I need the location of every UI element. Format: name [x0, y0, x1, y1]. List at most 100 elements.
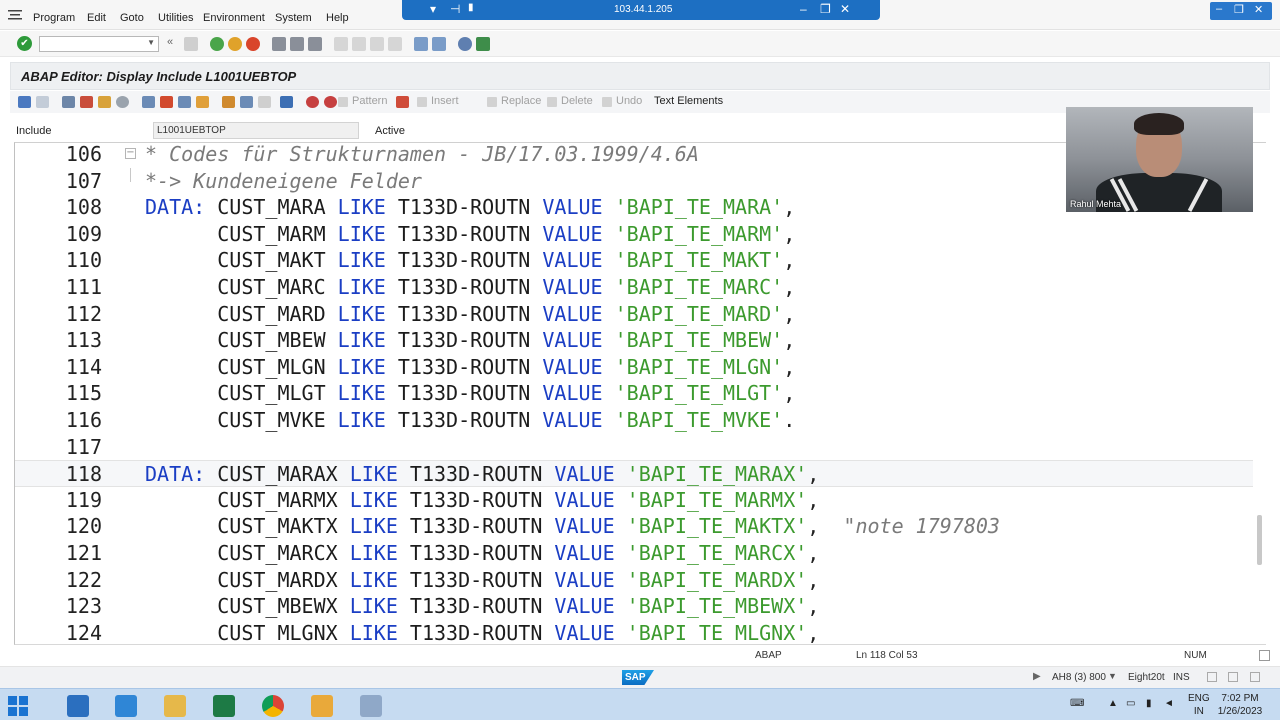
test-icon[interactable] [160, 96, 173, 108]
code-line[interactable]: 115 CUST_MLGT LIKE T133D-ROUTN VALUE 'BA… [15, 380, 1253, 407]
layout-icon[interactable] [1207, 672, 1217, 682]
scrollbar-thumb[interactable] [1257, 515, 1262, 565]
app-menu-icon[interactable] [8, 9, 22, 21]
info-icon[interactable] [280, 96, 293, 108]
find-icon[interactable] [290, 37, 304, 51]
next-page-icon[interactable] [370, 37, 384, 51]
enter-check-icon[interactable]: ✔ [17, 36, 32, 51]
chevron-down-icon[interactable]: ▼ [1108, 671, 1117, 681]
object-list-icon[interactable] [196, 96, 209, 108]
taskbar-chrome-icon[interactable] [253, 692, 293, 720]
command-input[interactable] [40, 37, 140, 51]
session-breakpoint-icon[interactable] [324, 96, 337, 108]
system-info[interactable]: AH8 (3) 800 [1052, 672, 1106, 683]
menu-system[interactable]: System [275, 12, 312, 24]
where-used-icon[interactable] [178, 96, 191, 108]
customize-layout-icon[interactable] [476, 37, 490, 51]
code-line[interactable]: 124 CUST_MLGNX LIKE T133D-ROUTN VALUE 'B… [15, 620, 1253, 644]
minimize-icon[interactable]: – [1216, 3, 1222, 15]
restore-icon[interactable]: ❐ [820, 2, 831, 16]
menu-utilities[interactable]: Utilities [158, 12, 193, 24]
chevron-up-icon[interactable]: ▲ [1108, 698, 1118, 709]
settings-icon[interactable] [1250, 672, 1260, 682]
code-line[interactable]: 116 CUST_MVKE LIKE T133D-ROUTN VALUE 'BA… [15, 407, 1253, 434]
code-line[interactable]: 123 CUST_MBEWX LIKE T133D-ROUTN VALUE 'B… [15, 593, 1253, 620]
other-object-icon[interactable] [62, 96, 75, 108]
last-page-icon[interactable] [388, 37, 402, 51]
pretty-print-icon[interactable] [396, 96, 409, 108]
check-icon[interactable] [116, 96, 129, 108]
menu-program[interactable]: Program [33, 12, 75, 24]
code-line[interactable]: 113 CUST_MBEW LIKE T133D-ROUTN VALUE 'BA… [15, 327, 1253, 354]
enhance-icon[interactable] [240, 96, 253, 108]
text-elements-button[interactable]: Text Elements [640, 95, 723, 111]
code-line[interactable]: 117 [15, 434, 1253, 461]
code-line[interactable]: 114 CUST_MLGN LIKE T133D-ROUTN VALUE 'BA… [15, 354, 1253, 381]
undo-button[interactable]: Undo [602, 95, 642, 111]
code-line[interactable]: 119 CUST_MARMX LIKE T133D-ROUTN VALUE 'B… [15, 487, 1253, 514]
activate-icon[interactable] [142, 96, 155, 108]
taskbar-excel-icon[interactable] [204, 692, 244, 720]
taskbar-folder-icon[interactable] [155, 692, 195, 720]
code-line[interactable]: 118 DATA: CUST_MARAX LIKE T133D-ROUTN VAL… [15, 460, 1253, 488]
resize-grip-icon[interactable] [1259, 650, 1270, 661]
code-line[interactable]: 110 CUST_MAKT LIKE T133D-ROUTN VALUE 'BA… [15, 247, 1253, 274]
code-line[interactable]: 111 CUST_MARC LIKE T133D-ROUTN VALUE 'BA… [15, 274, 1253, 301]
print-icon[interactable] [272, 37, 286, 51]
language-switcher[interactable]: ENG IN [1188, 692, 1210, 718]
play-icon[interactable]: ▶ [1033, 671, 1041, 682]
display-change-icon[interactable] [80, 96, 93, 108]
editor-scrollbar[interactable] [1256, 145, 1264, 642]
display-icon[interactable] [1228, 672, 1238, 682]
delete-button[interactable]: Delete [547, 95, 593, 111]
command-field[interactable]: ▼ [39, 36, 159, 52]
save-icon[interactable] [184, 37, 198, 51]
back-arrow-icon[interactable] [18, 96, 31, 108]
breakpoint-icon[interactable] [306, 96, 319, 108]
collapse-block-icon[interactable]: − [125, 148, 136, 159]
replace-button[interactable]: Replace [487, 95, 541, 111]
menu-environment[interactable]: Environment [203, 12, 265, 24]
chevron-down-icon[interactable]: ▼ [147, 38, 155, 47]
taskbar-file-explorer-icon[interactable] [58, 692, 98, 720]
new-session-icon[interactable] [414, 37, 428, 51]
code-line[interactable]: 120 CUST_MAKTX LIKE T133D-ROUTN VALUE 'B… [15, 513, 1253, 540]
cancel-icon[interactable] [246, 37, 260, 51]
restore-icon[interactable]: ❐ [1234, 3, 1244, 16]
taskbar-clock[interactable]: 7:02 PM 1/26/2023 [1215, 692, 1265, 718]
previous-page-icon[interactable] [352, 37, 366, 51]
taskbar-sap-logon-icon[interactable] [106, 692, 146, 720]
taskbar-sap-gui-icon[interactable] [302, 692, 342, 720]
volume-icon[interactable]: ◄ [1164, 698, 1174, 709]
navigation-window-icon[interactable] [222, 96, 235, 108]
minimize-icon[interactable]: – [800, 2, 807, 16]
exit-icon[interactable] [228, 37, 242, 51]
close-icon[interactable]: ✕ [1254, 3, 1263, 16]
close-icon[interactable]: ✕ [840, 2, 850, 16]
code-line[interactable]: 121 CUST_MARCX LIKE T133D-ROUTN VALUE 'B… [15, 540, 1253, 567]
forward-arrow-icon[interactable] [36, 96, 49, 108]
find-next-icon[interactable] [308, 37, 322, 51]
pattern-button[interactable]: Pattern [338, 95, 387, 111]
taskbar-notes-icon[interactable] [351, 692, 391, 720]
code-line[interactable]: 112 CUST_MARD LIKE T133D-ROUTN VALUE 'BA… [15, 301, 1253, 328]
back-icon[interactable] [210, 37, 224, 51]
battery-icon[interactable]: ▮ [1146, 698, 1152, 709]
pin-icon[interactable]: ⊣ [450, 2, 460, 16]
menu-help[interactable]: Help [326, 12, 349, 24]
chevron-down-icon[interactable]: ▾ [430, 2, 436, 16]
history-back-icon[interactable]: « [167, 36, 173, 48]
network-icon[interactable]: ▭ [1126, 698, 1135, 709]
pretty-printer-icon[interactable] [258, 96, 271, 108]
code-line[interactable]: 122 CUST_MARDX LIKE T133D-ROUTN VALUE 'B… [15, 567, 1253, 594]
help-icon[interactable] [458, 37, 472, 51]
menu-goto[interactable]: Goto [120, 12, 144, 24]
keyboard-icon[interactable]: ⌨ [1070, 698, 1084, 709]
code-line[interactable]: 109 CUST_MARM LIKE T133D-ROUTN VALUE 'BA… [15, 221, 1253, 248]
first-page-icon[interactable] [334, 37, 348, 51]
windows-start-icon[interactable] [8, 696, 28, 716]
active-inactive-icon[interactable] [98, 96, 111, 108]
code-editor[interactable]: 106 − * Codes für Strukturnamen - JB/17.03… [14, 142, 1266, 645]
insert-button[interactable]: Insert [417, 95, 459, 111]
menu-edit[interactable]: Edit [87, 12, 106, 24]
